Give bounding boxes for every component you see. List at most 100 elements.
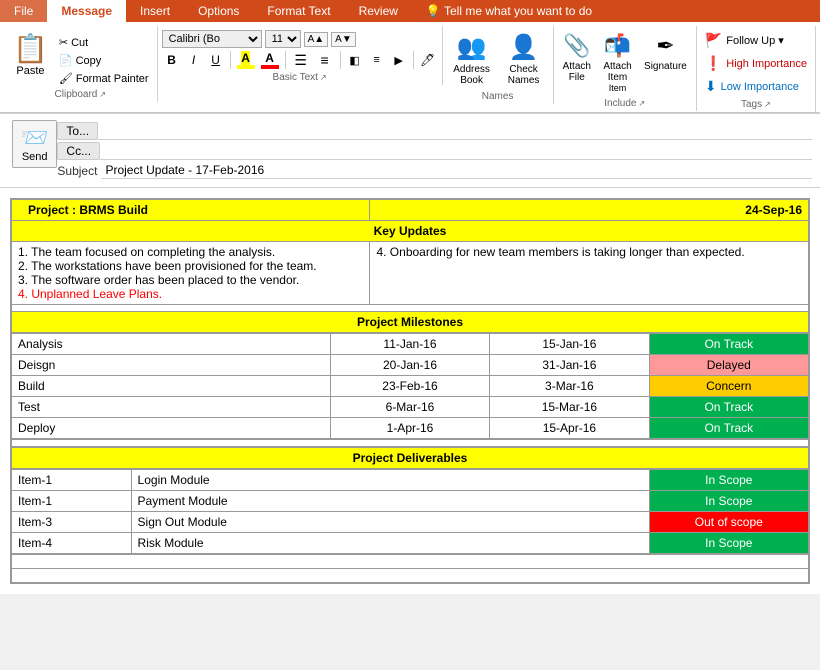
attach-item-icon: 📬	[604, 33, 631, 59]
update-line-2: 2. The workstations have been provisione…	[18, 259, 363, 273]
cc-button[interactable]: Cc...	[57, 142, 100, 160]
font-family-select[interactable]: Calibri (Bo	[162, 30, 262, 48]
align-left-button[interactable]: ◧	[345, 50, 365, 70]
font-size-increase[interactable]: A▲	[304, 32, 329, 47]
milestone-row: Deploy 1-Apr-16 15-Apr-16 On Track	[12, 418, 809, 439]
follow-up-button[interactable]: 🚩 Follow Up ▾	[701, 30, 811, 51]
separator4	[413, 51, 414, 69]
deliverables-table: Item-1 Login Module In Scope Item-1 Paym…	[11, 469, 809, 554]
to-input[interactable]	[98, 123, 812, 140]
high-importance-button[interactable]: ❗ High Importance	[701, 53, 811, 74]
send-button[interactable]: 📨 Send	[12, 120, 57, 168]
tab-review[interactable]: Review	[345, 0, 412, 22]
clipboard-expand-icon[interactable]: ↗	[99, 90, 106, 99]
milestones-label-cell: Project Milestones	[12, 312, 809, 333]
milestone-end: 3-Mar-16	[490, 376, 649, 397]
attach-item-button[interactable]: 📬 Attach Item Item	[598, 30, 637, 96]
deliverable-status: In Scope	[649, 491, 808, 512]
low-importance-button[interactable]: ⬇ Low Importance	[701, 76, 811, 97]
signature-button[interactable]: ✒ Signature	[639, 30, 692, 75]
milestone-row: Test 6-Mar-16 15-Mar-16 On Track	[12, 397, 809, 418]
basic-text-label: Basic Text ↗	[273, 72, 327, 85]
milestone-name: Deisgn	[12, 355, 331, 376]
deliverable-status: Out of scope	[649, 512, 808, 533]
format-painter-icon: 🖌	[59, 72, 73, 85]
email-send-area: 📨 Send To... Cc... Subject	[0, 114, 820, 188]
clear-format-button[interactable]: 🖊	[418, 50, 438, 70]
tab-file[interactable]: File	[0, 0, 47, 22]
project-date-cell: 24-Sep-16	[370, 200, 809, 221]
milestone-name: Analysis	[12, 334, 331, 355]
bottom-spacer-row-1	[12, 555, 809, 569]
tab-options[interactable]: Options	[184, 0, 253, 22]
copy-button[interactable]: 📄 Copy	[55, 52, 153, 69]
milestones-header-row: Project Milestones	[12, 312, 809, 333]
bold-button[interactable]: B	[162, 50, 182, 70]
paste-button[interactable]: 📋 Paste	[8, 30, 53, 80]
basic-text-group: Calibri (Bo 11 A▲ A▼ B I U	[158, 26, 443, 85]
deliverables-header-table: Project Deliverables	[11, 447, 809, 469]
milestone-name: Build	[12, 376, 331, 397]
align-center-button[interactable]: ≡	[367, 50, 387, 70]
tags-expand-icon[interactable]: ↗	[764, 100, 771, 109]
tab-format-text[interactable]: Format Text	[253, 0, 344, 22]
tab-tell-me[interactable]: 💡 Tell me what you want to do	[412, 0, 606, 22]
check-names-button[interactable]: 👤 Check Names	[499, 30, 549, 89]
format-painter-button[interactable]: 🖌 Format Painter	[55, 70, 153, 87]
include-label: Include ↗	[604, 98, 645, 111]
highlight-color-button[interactable]: A	[235, 51, 257, 69]
milestone-name: Test	[12, 397, 331, 418]
cut-button[interactable]: ✂ Cut	[55, 34, 153, 51]
deliverable-item: Item-1	[12, 491, 132, 512]
clipboard-label: Clipboard ↗	[55, 89, 107, 102]
subject-input[interactable]	[101, 162, 812, 179]
names-group-content: 👥 Address Book 👤 Check Names	[447, 26, 549, 91]
clipboard-group: 📋 Paste ✂ Cut 📄 Copy 🖌 Format Pai	[4, 26, 158, 102]
milestone-end: 15-Jan-16	[490, 334, 649, 355]
font-color-button[interactable]: A	[259, 51, 281, 69]
deliverable-row-item: Item-1 Payment Module In Scope	[12, 491, 809, 512]
key-updates-label-cell: Key Updates	[12, 221, 809, 242]
font-size-select[interactable]: 11	[265, 30, 301, 48]
align-right-button[interactable]: ▶	[389, 50, 409, 70]
address-book-button[interactable]: 👥 Address Book	[447, 30, 497, 89]
spacer-table-1	[11, 439, 809, 447]
to-row: To...	[57, 122, 812, 140]
names-group: 👥 Address Book 👤 Check Names Names	[443, 26, 554, 104]
deliverable-status: In Scope	[649, 470, 808, 491]
tags-group: 🚩 Follow Up ▾ ❗ High Importance ⬇ Low Im…	[697, 26, 816, 112]
follow-up-icon: 🚩	[705, 32, 722, 49]
highlight-icon: A	[241, 51, 250, 65]
basic-text-expand-icon[interactable]: ↗	[320, 73, 327, 82]
numbering-button[interactable]: ≡	[314, 50, 336, 70]
to-button[interactable]: To...	[57, 122, 98, 140]
deliverable-row-item: Item-3 Sign Out Module Out of scope	[12, 512, 809, 533]
deliverable-name: Risk Module	[131, 533, 649, 554]
bullets-button[interactable]: ☰	[290, 50, 312, 70]
milestone-status: On Track	[649, 334, 808, 355]
clipboard-small-buttons: ✂ Cut 📄 Copy 🖌 Format Painter	[55, 34, 153, 87]
include-expand-icon[interactable]: ↗	[638, 99, 645, 108]
milestone-status: On Track	[649, 397, 808, 418]
key-updates-right-cell: 4. Onboarding for new team members is ta…	[370, 242, 809, 305]
attach-file-button[interactable]: 📎 Attach File	[558, 30, 596, 86]
milestone-row: Analysis 11-Jan-16 15-Jan-16 On Track	[12, 334, 809, 355]
separator2	[285, 51, 286, 69]
cut-icon: ✂	[59, 36, 68, 49]
cc-input[interactable]	[100, 143, 812, 160]
font-size-decrease[interactable]: A▼	[331, 32, 356, 47]
tab-insert[interactable]: Insert	[126, 0, 184, 22]
italic-button[interactable]: I	[184, 50, 204, 70]
subject-row: Subject	[57, 162, 812, 179]
tab-message[interactable]: Message	[47, 0, 126, 22]
underline-button[interactable]: U	[206, 50, 226, 70]
deliverable-item: Item-4	[12, 533, 132, 554]
attach-file-icon: 📎	[563, 33, 590, 59]
update-line-4: 4. Unplanned Leave Plans.	[18, 287, 363, 301]
update-line-1: 1. The team focused on completing the an…	[18, 245, 363, 259]
send-icon: 📨	[21, 125, 48, 151]
highlight-bar	[237, 65, 255, 69]
project-table-wrapper: Project : BRMS Build 24-Sep-16 Key Updat…	[10, 198, 810, 584]
names-label: Names	[482, 91, 514, 104]
deliverables-label-cell: Project Deliverables	[12, 448, 809, 469]
